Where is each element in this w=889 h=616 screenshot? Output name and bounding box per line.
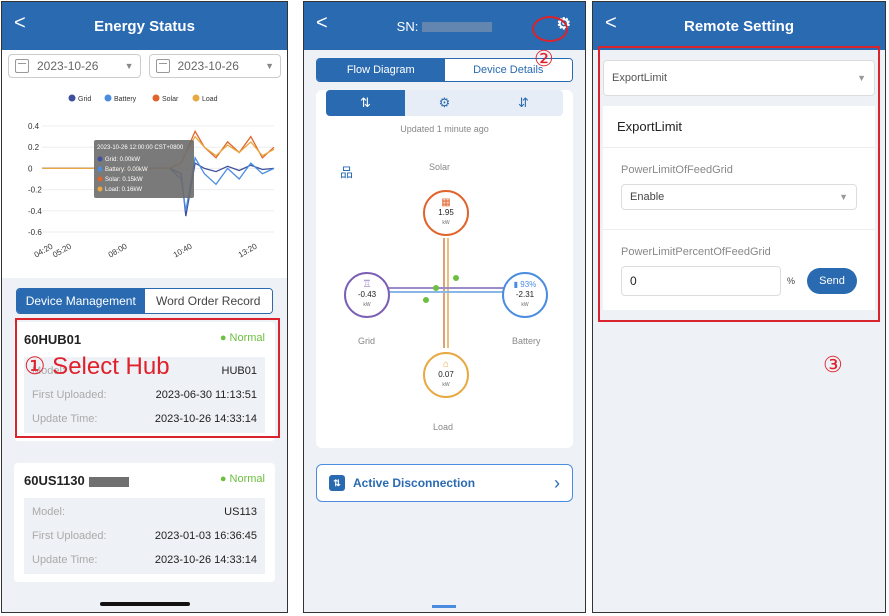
y-tick-label: -0.4 [28, 207, 42, 216]
battery-icon: ▮ 93% [513, 280, 537, 289]
battery-label: Battery [512, 336, 541, 346]
tooltip-line: Solar: 0.15kW [105, 177, 143, 183]
tab-device-management[interactable]: Device Management [17, 289, 145, 313]
legend-label: Load [202, 96, 218, 103]
home-indicator [99, 602, 190, 606]
end-date-picker[interactable]: 2023-10-26 ▼ [148, 54, 281, 78]
device-card-us[interactable]: 60US1130 ● Normal Model: US113 First Uploa… [14, 463, 275, 582]
tooltip-dot [97, 166, 103, 172]
legend-label: Solar [162, 96, 179, 103]
legend-label: Battery [114, 96, 137, 103]
solar-icon: ▦ [441, 197, 451, 208]
tooltip-dot [97, 176, 103, 182]
x-tick-label: 05:20 [51, 241, 73, 259]
device-id: 60US1130 [24, 473, 129, 488]
chart-svg: Grid Battery Solar Load 0.4 0.2 0 -0.2 -0.4 -0.6 0… [28, 94, 275, 259]
sliders-icon: ⇅ [329, 475, 345, 491]
annotation-step-2: ② [534, 46, 554, 71]
legend-dot [68, 94, 76, 102]
end-date-value: 2023-10-26 [177, 59, 239, 73]
chevron-left-icon[interactable]: < [605, 12, 617, 35]
y-tick-label: -0.2 [28, 186, 42, 195]
annotation-select-hub: ① Select Hub [24, 353, 170, 380]
y-tick-label: 0 [28, 164, 33, 173]
calendar-icon [15, 59, 29, 73]
x-tick-label: 13:20 [237, 241, 259, 259]
chevron-left-icon[interactable]: < [316, 12, 328, 35]
page-indicator [432, 605, 456, 608]
model-row: Model: US113 [32, 506, 257, 518]
start-date-value: 2023-10-26 [37, 59, 99, 73]
y-tick-label: -0.6 [28, 228, 42, 237]
update-time-row: Update Time: 2023-10-26 14:33:14 [32, 554, 257, 566]
tooltip-line: Battery: 0.00kW [105, 167, 148, 173]
load-node[interactable]: ⌂ 0.07 kW [423, 352, 469, 398]
energy-status-screen: < Energy Status 2023-10-26 ▼ 2023-10-26 … [1, 1, 288, 613]
header: < Energy Status [2, 2, 287, 50]
grid-label: Grid [358, 336, 376, 346]
chevron-left-icon[interactable]: < [14, 12, 26, 35]
energy-chart[interactable]: Grid Battery Solar Load 0.4 0.2 0 -0.2 -0.4 -0.6 0… [2, 82, 287, 278]
flow-diagram-screen: < SN: ⚙ Flow Diagram Device Details ⇅ ⚙ … [303, 1, 586, 613]
y-tick-label: 0.4 [28, 122, 40, 131]
tooltip-time: 2023-10-26 12:00:00 CST+0800 [97, 145, 184, 151]
page-title: Energy Status [94, 17, 195, 35]
device-tabs: Device Management Word Order Record [16, 288, 273, 314]
chevron-right-icon: › [554, 472, 560, 493]
legend-dot [152, 94, 160, 102]
annotation-step-3: ③ [823, 352, 843, 377]
legend-dot [192, 94, 200, 102]
tooltip-line: Grid: 0.00kW [105, 157, 140, 163]
solar-node[interactable]: ▦ 1.95 kW [423, 190, 469, 236]
battery-node[interactable]: ▮ 93% -2.31 kW [502, 272, 548, 318]
active-disconnection-button[interactable]: ⇅ Active Disconnection › [316, 464, 573, 502]
legend-dot [104, 94, 112, 102]
legend-label: Grid [78, 96, 91, 103]
header: < Remote Setting [593, 2, 885, 50]
first-uploaded-row: First Uploaded: 2023-01-03 16:36:45 [32, 530, 257, 542]
house-icon: ⌂ [442, 359, 450, 370]
date-range: 2023-10-26 ▼ 2023-10-26 ▼ [2, 50, 287, 82]
tab-flow-diagram[interactable]: Flow Diagram [317, 59, 445, 81]
calendar-icon [155, 59, 170, 73]
grid-node[interactable]: ♖ -0.43 kW [344, 272, 390, 318]
start-date-picker[interactable]: 2023-10-26 ▼ [8, 54, 141, 78]
load-label: Load [433, 422, 454, 432]
status-badge: ● Normal [219, 473, 265, 485]
tooltip-dot [97, 186, 103, 192]
x-tick-label: 08:00 [107, 241, 129, 259]
tower-icon: ♖ [362, 279, 372, 290]
caret-down-icon: ▼ [124, 61, 134, 71]
highlight-circle [532, 16, 568, 42]
remote-setting-screen: < Remote Setting ExportLimit ▼ ExportLim… [592, 1, 886, 613]
page-title: Remote Setting [683, 17, 794, 35]
tooltip-line: Load: 0.16kW [105, 187, 142, 193]
x-tick-label: 10:40 [172, 241, 194, 259]
caret-down-icon: ▼ [265, 61, 274, 71]
serial-number: SN: [397, 19, 493, 34]
tooltip-dot [97, 156, 103, 162]
tab-work-order-record[interactable]: Word Order Record [144, 289, 272, 313]
highlight-box [598, 46, 880, 322]
flow-card: ⇅ ⚙ ⇵ Updated 1 minute ago 品 Solar ▦ 1.9… [316, 90, 573, 448]
solar-label: Solar [429, 162, 451, 172]
y-tick-label: 0.2 [28, 143, 40, 152]
